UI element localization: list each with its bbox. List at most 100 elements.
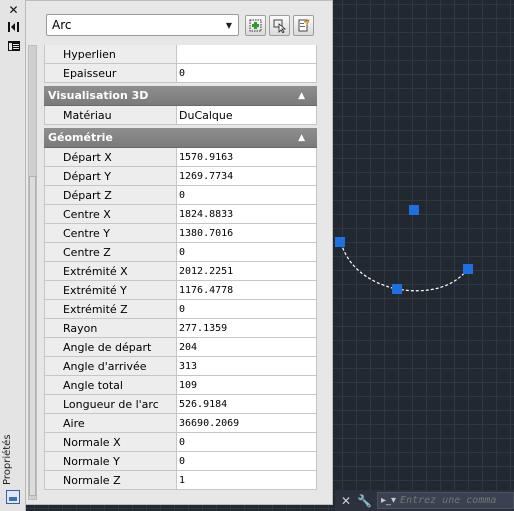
scroll-thumb[interactable] (29, 176, 36, 496)
property-name: Normale Y (44, 452, 177, 470)
property-name: Hyperlien (44, 45, 177, 63)
property-row-epaisseur[interactable]: Epaisseur 0 (44, 64, 317, 83)
section-header-geometrie[interactable]: Géométrie ▲ (44, 128, 317, 148)
properties-menu-icon[interactable] (6, 39, 21, 53)
grip-mid-point[interactable] (392, 284, 402, 294)
property-name: Angle total (44, 376, 177, 394)
property-row[interactable]: Centre Z0 (44, 243, 317, 262)
property-row[interactable]: Départ Z0 (44, 186, 317, 205)
property-value[interactable]: 1269.7734 (177, 167, 317, 185)
property-value[interactable]: 1824.8833 (177, 205, 317, 223)
property-name: Centre Z (44, 243, 177, 261)
property-value[interactable]: 0 (177, 243, 317, 261)
property-value[interactable]: 1570.9163 (177, 148, 317, 166)
section-title: Géométrie (48, 131, 113, 144)
property-name: Epaisseur (44, 64, 177, 82)
section-title: Visualisation 3D (48, 89, 149, 102)
property-name: Extrémité Z (44, 300, 177, 318)
command-prompt-icon[interactable]: ▸_▾ (378, 495, 396, 506)
property-row[interactable]: Extrémité X 2012.2251 (44, 262, 317, 281)
property-row[interactable]: Extrémité Z0 (44, 300, 317, 319)
property-row-materiau[interactable]: Matériau DuCalque (44, 106, 317, 125)
geometry-rows: Départ X 1570.9163 Départ Y 1269.7734 Départ… (44, 148, 317, 490)
property-value[interactable] (177, 45, 317, 63)
property-row[interactable]: Extrémité Y 1176.4778 (44, 281, 317, 300)
property-row[interactable]: Normale Y0 (44, 452, 317, 471)
property-row[interactable]: Centre X 1824.8833 (44, 205, 317, 224)
grip-end-point[interactable] (463, 264, 473, 274)
select-objects-icon (273, 19, 286, 33)
property-value[interactable]: 0 (177, 452, 317, 470)
chevron-down-icon[interactable]: ▼ (222, 17, 236, 33)
command-input-box[interactable]: ▸_▾ (377, 492, 514, 509)
property-value[interactable]: 1380.7016 (177, 224, 317, 242)
property-value[interactable]: 1 (177, 471, 317, 489)
property-row[interactable]: Départ Y 1269.7734 (44, 167, 317, 186)
quick-select-icon (298, 18, 310, 31)
property-row[interactable]: Angle total 109 (44, 376, 317, 395)
property-name: Extrémité X (44, 262, 177, 280)
property-name: Centre X (44, 205, 177, 223)
toggle-pickadd-button[interactable] (245, 15, 266, 36)
property-value[interactable]: 2012.2251 (177, 262, 317, 280)
palette-side-strip: ✕ Propriétés (0, 0, 26, 511)
property-value[interactable]: 204 (177, 338, 317, 356)
wrench-icon[interactable]: 🔧 (357, 494, 372, 508)
property-row[interactable]: Aire 36690.2069 (44, 414, 317, 433)
property-row[interactable]: Centre Y 1380.7016 (44, 224, 317, 243)
property-row[interactable]: Longueur de l'arc 526.9184 (44, 395, 317, 414)
scrollbar[interactable] (28, 45, 37, 500)
palette-settings-icon[interactable] (6, 490, 20, 504)
collapse-icon[interactable]: ▲ (298, 133, 305, 143)
property-value[interactable]: 313 (177, 357, 317, 375)
property-value[interactable]: 1176.4778 (177, 281, 317, 299)
object-type-value: Arc (52, 18, 72, 32)
property-name: Rayon (44, 319, 177, 337)
selected-arc[interactable] (340, 242, 469, 292)
property-row[interactable]: Départ X 1570.9163 (44, 148, 317, 167)
property-name: Normale X (44, 433, 177, 451)
grip-start-point[interactable] (335, 237, 345, 247)
property-name: Centre Y (44, 224, 177, 242)
property-value[interactable]: 0 (177, 186, 317, 204)
property-name: Départ X (44, 148, 177, 166)
property-name: Départ Y (44, 167, 177, 185)
property-value[interactable]: 109 (177, 376, 317, 394)
property-value[interactable]: 526.9184 (177, 395, 317, 413)
property-value[interactable]: 36690.2069 (177, 414, 317, 432)
command-line-bar: ✕ 🔧 ▸_▾ (335, 490, 514, 511)
property-name: Matériau (44, 106, 177, 124)
property-name: Normale Z (44, 471, 177, 489)
command-input[interactable] (396, 495, 513, 506)
close-icon[interactable]: ✕ (339, 494, 353, 508)
property-value[interactable]: 277.1359 (177, 319, 317, 337)
palette-title: Propriétés (2, 434, 13, 485)
property-row[interactable]: Rayon 277.1359 (44, 319, 317, 338)
collapse-icon[interactable]: ▲ (298, 91, 305, 101)
properties-panel: Arc ▼ Hyperlien Epaisseur 0 Visualisatio… (26, 0, 333, 505)
pickadd-icon (249, 19, 262, 32)
property-name: Aire (44, 414, 177, 432)
property-name: Angle d'arrivée (44, 357, 177, 375)
property-value[interactable]: 0 (177, 300, 317, 318)
property-row[interactable]: Normale X0 (44, 433, 317, 452)
property-name: Longueur de l'arc (44, 395, 177, 413)
property-name: Extrémité Y (44, 281, 177, 299)
property-row[interactable]: Angle de départ 204 (44, 338, 317, 357)
close-icon[interactable]: ✕ (6, 3, 21, 17)
property-row[interactable]: Normale Z1 (44, 471, 317, 490)
property-row[interactable]: Angle d'arrivée 313 (44, 357, 317, 376)
property-value[interactable]: 0 (177, 433, 317, 451)
property-name: Départ Z (44, 186, 177, 204)
grip-center-point[interactable] (409, 205, 419, 215)
auto-hide-icon[interactable] (6, 20, 21, 34)
section-header-visualisation-3d[interactable]: Visualisation 3D ▲ (44, 86, 317, 106)
property-value[interactable]: DuCalque (177, 106, 317, 124)
property-grid: Hyperlien Epaisseur 0 Visualisation 3D ▲… (44, 45, 317, 490)
quick-select-button[interactable] (293, 15, 314, 36)
select-objects-button[interactable] (269, 15, 290, 36)
property-name: Angle de départ (44, 338, 177, 356)
object-type-select[interactable]: Arc ▼ (46, 14, 239, 36)
property-row-hyperlien[interactable]: Hyperlien (44, 45, 317, 64)
property-value[interactable]: 0 (177, 64, 317, 82)
